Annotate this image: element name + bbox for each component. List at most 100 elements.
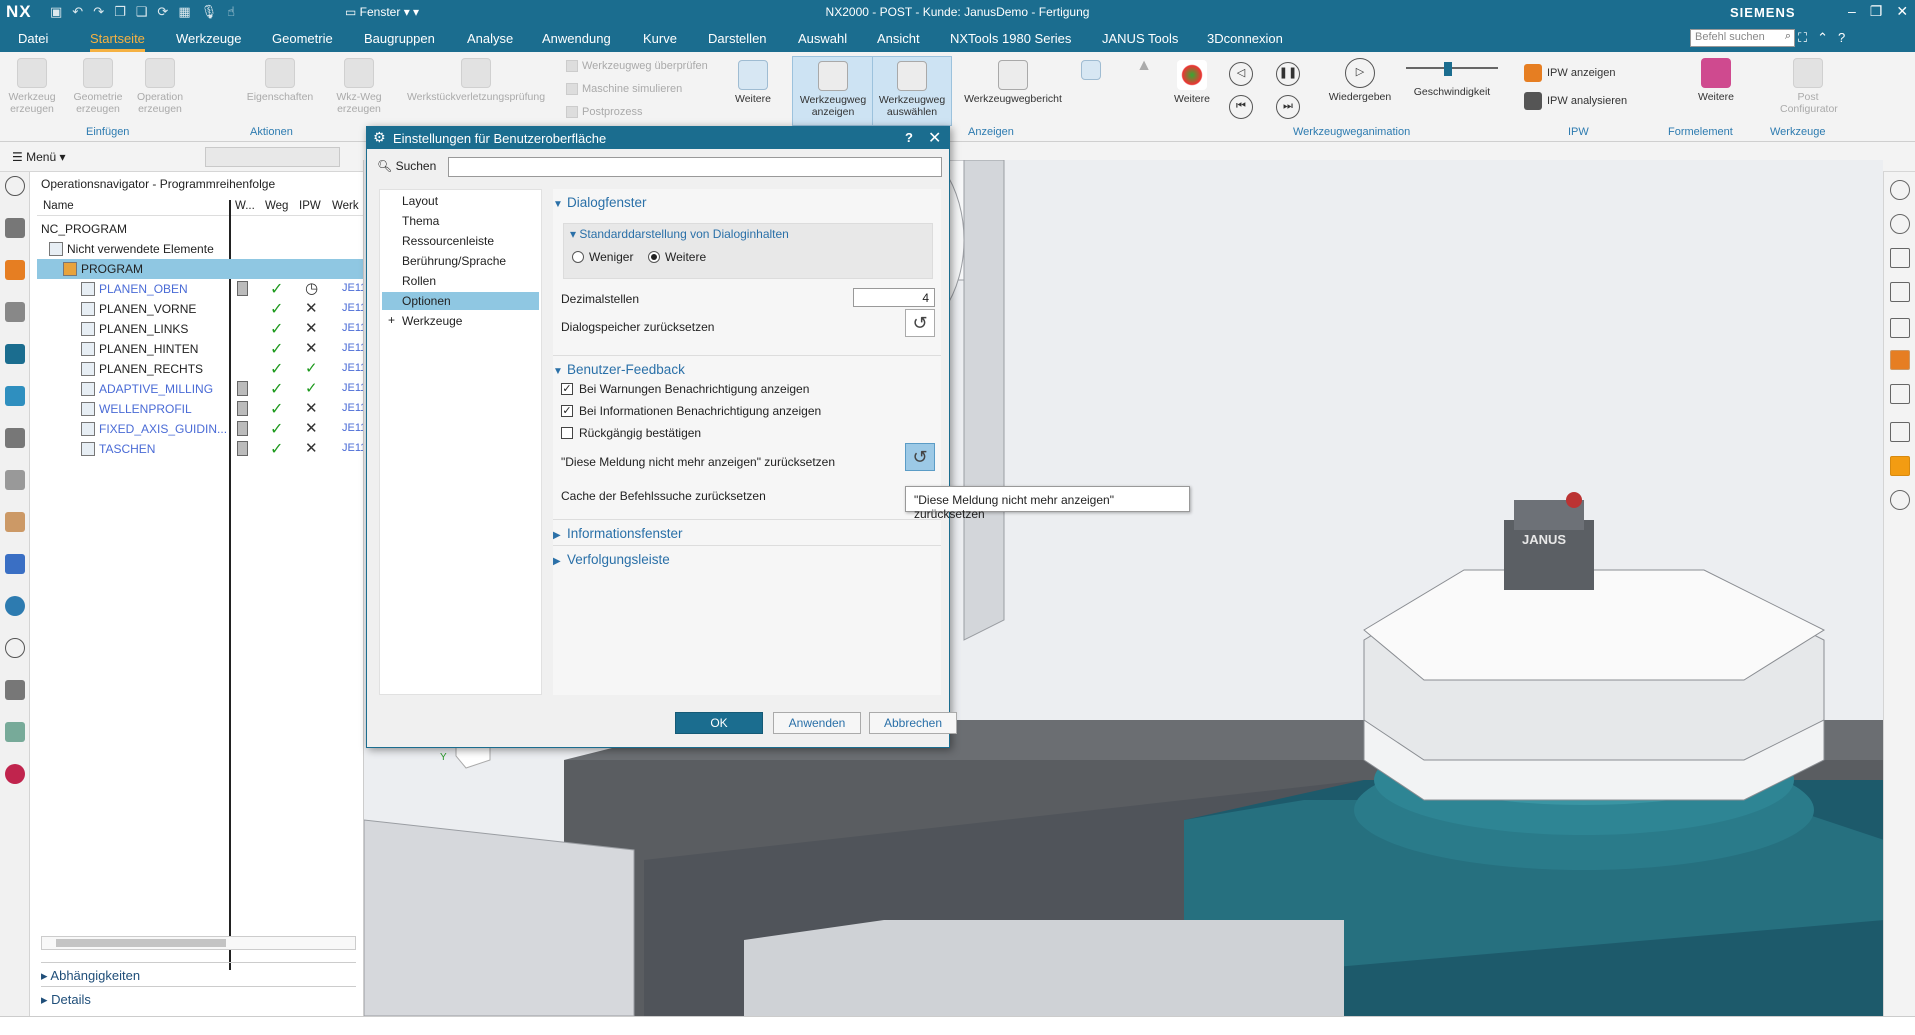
subsection-title[interactable]: ▾ Standarddarstellung von Dialoginhalten bbox=[570, 227, 789, 241]
dialog-close-button[interactable]: ✕ bbox=[928, 128, 941, 148]
table-row[interactable]: ADAPTIVE_MILLING ✓ ✓ JE116 bbox=[37, 379, 394, 399]
tab-auswahl[interactable]: Auswahl bbox=[798, 31, 847, 46]
tree-root[interactable]: NC_PROGRAM bbox=[37, 219, 394, 239]
tree-item-thema[interactable]: Thema bbox=[382, 212, 539, 230]
reset-message-button[interactable]: ↺ bbox=[905, 443, 935, 471]
workpiece-icon[interactable] bbox=[1890, 350, 1910, 370]
tree-item-optionen[interactable]: Optionen bbox=[382, 292, 539, 310]
maschine-simulieren-button[interactable]: Maschine simulieren bbox=[566, 83, 682, 95]
tree-item-werkzeuge[interactable]: + Werkzeuge bbox=[382, 312, 539, 330]
web-browser-icon[interactable] bbox=[5, 512, 25, 532]
weitere-button-1[interactable]: Weitere bbox=[728, 60, 778, 105]
table-row[interactable]: WELLENPROFIL ✓ ✕ JE116 bbox=[37, 399, 394, 419]
tree-item-beruehrung[interactable]: Berührung/Sprache bbox=[382, 252, 539, 270]
tree-program[interactable]: PROGRAM bbox=[37, 259, 394, 279]
ipw-anzeigen-button[interactable]: IPW anzeigen bbox=[1524, 64, 1615, 82]
roles-icon[interactable] bbox=[5, 764, 25, 784]
postprozess-button[interactable]: Postprozess bbox=[566, 106, 643, 118]
scrollbar-thumb[interactable] bbox=[56, 939, 226, 947]
command-search-input[interactable]: Befehl suchen ⌕ bbox=[1690, 29, 1795, 47]
display-icon[interactable]: ▦ bbox=[178, 4, 190, 20]
help-button[interactable]: ? bbox=[905, 130, 913, 145]
save-icon[interactable]: ▣ bbox=[50, 4, 62, 20]
table-row[interactable]: PLANEN_LINKS ✓ ✕ JE116 bbox=[37, 319, 394, 339]
window-menu[interactable]: ▭ Fenster ▾ ▾ bbox=[345, 5, 419, 19]
section-verfolgungsleiste[interactable]: ▶ Verfolgungsleiste bbox=[553, 545, 941, 567]
geometrie-erzeugen-button[interactable]: Geometrie erzeugen bbox=[72, 58, 124, 115]
horizontal-scrollbar[interactable] bbox=[41, 936, 356, 950]
play-op-icon[interactable] bbox=[1890, 214, 1910, 234]
radio-weitere[interactable]: Weitere bbox=[648, 250, 706, 264]
paste-icon[interactable]: ❑ bbox=[136, 4, 148, 20]
checkbox-rueckgaengig[interactable]: Rückgängig bestätigen bbox=[561, 426, 701, 440]
checkbox-informationen[interactable]: ✓ Bei Informationen Benachrichtigung anze… bbox=[561, 404, 821, 418]
undo-icon[interactable]: ↶ bbox=[72, 4, 83, 20]
table-row[interactable]: FIXED_AXIS_GUIDIN... ✓ ✕ JE116 bbox=[37, 419, 394, 439]
display-option-button[interactable] bbox=[1080, 60, 1102, 83]
section-benutzer-feedback[interactable]: ▼ Benutzer-Feedback bbox=[553, 355, 941, 377]
tab-geometrie[interactable]: Geometrie bbox=[272, 31, 333, 46]
hide-icon[interactable] bbox=[1890, 180, 1910, 200]
werkstueckverletzung-button[interactable]: Werkstückverletzungsprüfung bbox=[396, 58, 556, 103]
wiedergeben-button[interactable]: ▷ Wiedergeben bbox=[1320, 58, 1400, 103]
col-ipw[interactable]: IPW bbox=[299, 200, 321, 212]
geschwindigkeit-slider[interactable]: Geschwindigkeit bbox=[1404, 62, 1500, 98]
operation-navigator-icon[interactable] bbox=[5, 344, 25, 364]
tree-item-ressourcenleiste[interactable]: Ressourcenleiste bbox=[382, 232, 539, 250]
redo-icon[interactable]: ↷ bbox=[93, 4, 104, 20]
close-window-icon[interactable]: ✕ bbox=[1896, 3, 1908, 20]
previous-op-button[interactable]: ⏮ bbox=[1229, 95, 1253, 119]
selection-filter-dropdown[interactable] bbox=[205, 147, 340, 167]
path-display-icon[interactable] bbox=[1890, 422, 1910, 442]
machine-tool-navigator-icon[interactable] bbox=[5, 386, 25, 406]
tab-janus-tools[interactable]: JANUS Tools bbox=[1102, 31, 1178, 46]
tab-anwendung[interactable]: Anwendung bbox=[542, 31, 611, 46]
repeat-icon[interactable]: ⟳ bbox=[157, 4, 168, 20]
eigenschaften-button[interactable]: Eigenschaften bbox=[240, 58, 320, 103]
reset-dialog-memory-button[interactable]: ↺ bbox=[905, 309, 935, 337]
clock-icon[interactable] bbox=[5, 638, 25, 658]
settings-icon[interactable] bbox=[5, 176, 25, 196]
hd3d-tools-icon[interactable] bbox=[5, 470, 25, 490]
fullscreen-icon[interactable]: ⛶ bbox=[1798, 30, 1807, 46]
play-icon-right[interactable] bbox=[1890, 490, 1910, 510]
col-w[interactable]: W... bbox=[235, 200, 255, 212]
operation-erzeugen-button[interactable]: Operation erzeugen bbox=[134, 58, 186, 115]
restore-icon[interactable]: ❐ bbox=[1870, 3, 1883, 20]
microphone-icon[interactable]: 🎙 bbox=[201, 4, 218, 20]
table-row[interactable]: PLANEN_OBEN ✓ ◷ JE116 bbox=[37, 279, 394, 299]
tab-ansicht[interactable]: Ansicht bbox=[877, 31, 920, 46]
tree-item-layout[interactable]: Layout bbox=[382, 192, 539, 210]
tab-darstellen[interactable]: Darstellen bbox=[708, 31, 767, 46]
accordion-abhaengigkeiten[interactable]: ▸ Abhängigkeiten bbox=[41, 962, 356, 984]
section-dialogfenster[interactable]: ▼ Dialogfenster bbox=[553, 195, 941, 210]
tab-startseite[interactable]: Startseite bbox=[90, 31, 145, 52]
tab-baugruppen[interactable]: Baugruppen bbox=[364, 31, 435, 46]
help-icon[interactable]: ? bbox=[1838, 30, 1845, 46]
werkzeugweg-ueberpruefen-button[interactable]: Werkzeugweg überprüfen bbox=[566, 60, 708, 72]
mcs-icon[interactable] bbox=[1890, 318, 1910, 338]
menu-button[interactable]: ☰ Menü ▾ bbox=[12, 150, 65, 164]
table-row[interactable]: TASCHEN ✓ ✕ JE116 bbox=[37, 439, 394, 459]
next-op-button[interactable]: ⏭ bbox=[1276, 95, 1300, 119]
tab-kurve[interactable]: Kurve bbox=[643, 31, 677, 46]
weitere-button-3[interactable]: Weitere bbox=[1694, 58, 1738, 103]
collapse-ribbon-icon[interactable]: ⌃ bbox=[1817, 30, 1828, 46]
ipw-analysieren-button[interactable]: IPW analysieren bbox=[1524, 92, 1627, 110]
tab-analyse[interactable]: Analyse bbox=[467, 31, 513, 46]
radio-weniger[interactable]: Weniger bbox=[572, 250, 633, 264]
tab-datei[interactable]: Datei bbox=[18, 31, 48, 46]
minimize-icon[interactable]: – bbox=[1848, 3, 1856, 20]
table-row[interactable]: PLANEN_HINTEN ✓ ✕ JE116 bbox=[37, 339, 394, 359]
process-studio-icon[interactable] bbox=[5, 722, 25, 742]
dezimalstellen-input[interactable]: 4 bbox=[853, 288, 935, 307]
dialog-search-input[interactable] bbox=[448, 157, 942, 177]
assembly-navigator-icon[interactable] bbox=[5, 218, 25, 238]
checkbox-warnungen[interactable]: ✓ Bei Warnungen Benachrichtigung anzeigen bbox=[561, 382, 809, 396]
tab-3dconnexion[interactable]: 3Dconnexion bbox=[1207, 31, 1283, 46]
arrow-up-button[interactable]: ▲ bbox=[1133, 58, 1155, 74]
history-icon[interactable] bbox=[5, 554, 25, 574]
table-row[interactable]: PLANEN_VORNE ✓ ✕ JE116 bbox=[37, 299, 394, 319]
cancel-button[interactable]: Abbrechen bbox=[869, 712, 957, 734]
constraint-navigator-icon[interactable] bbox=[5, 302, 25, 322]
